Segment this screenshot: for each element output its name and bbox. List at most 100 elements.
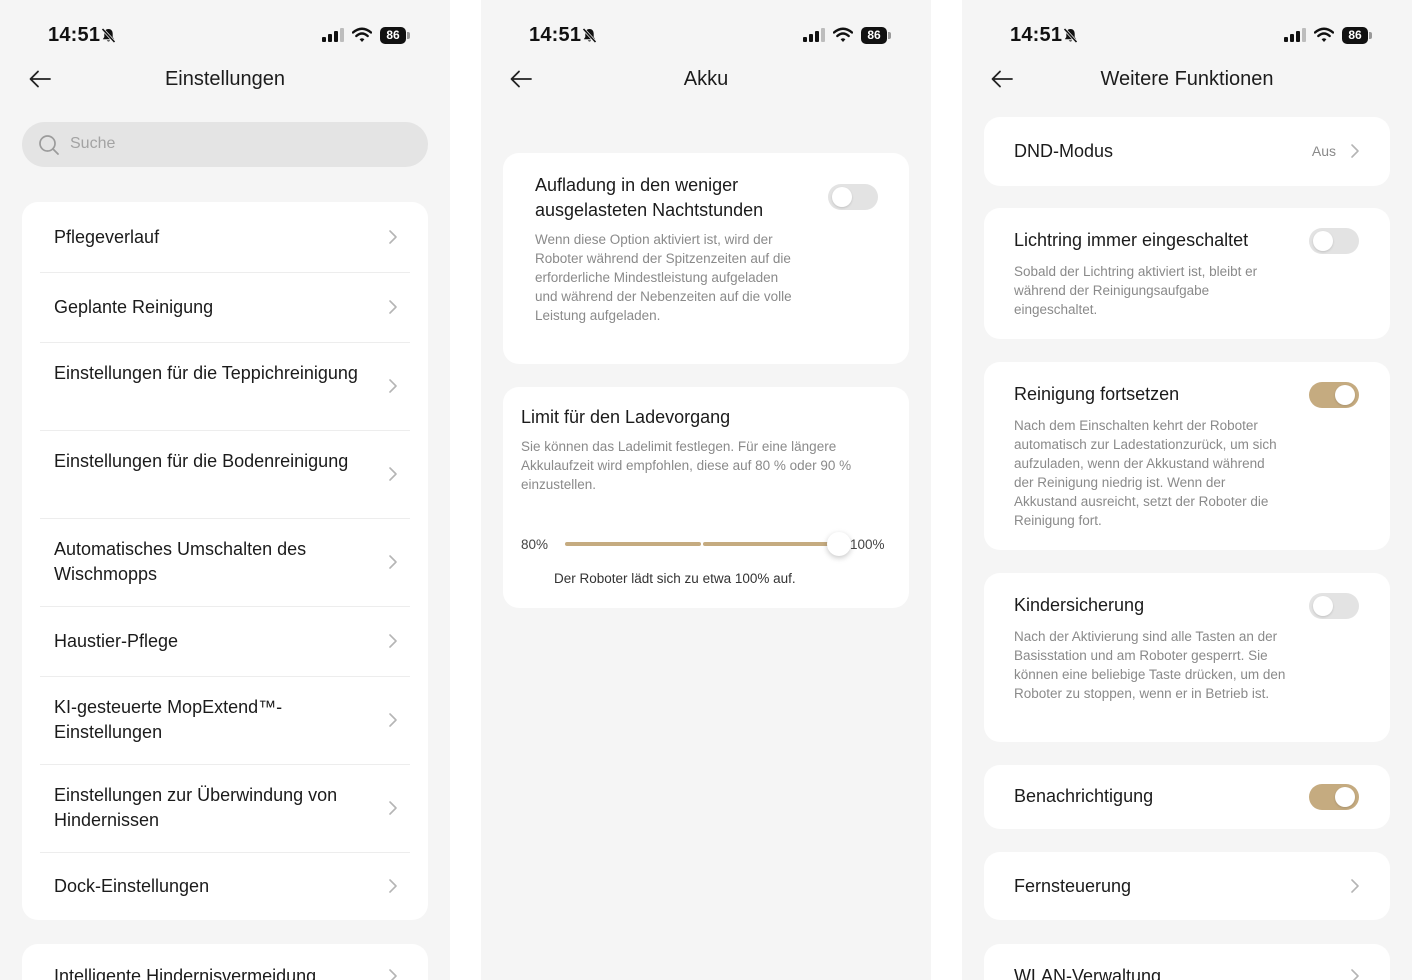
settings-item-label: Einstellungen für die Bodenreinigung [54,451,349,471]
child-lock-title: Kindersicherung [1014,595,1145,615]
offpeak-charging-title: Aufladung in den weniger ausgelasteten N… [535,175,764,220]
status-time: 14:51 [529,24,582,46]
notification-label: Benachrichtigung [1014,786,1154,806]
charge-limit-card: Limit für den Ladevorgang Sie können das… [503,387,909,608]
charge-limit-slider[interactable] [565,527,851,561]
status-time: 14:51 [1010,24,1063,46]
dnd-mode-row[interactable]: DND-Modus Aus [984,117,1390,186]
settings-item-mopextend[interactable]: KI-gesteuerte MopExtend™-Einstellungen [22,676,428,764]
chevron-right-icon [389,379,397,393]
offpeak-charging-description: Wenn diese Option aktiviert ist, wird de… [535,232,792,323]
slider-max-label: 100% [850,537,885,552]
settings-item-label: Intelligente Hindernisvermeidung [54,966,317,980]
notification-toggle[interactable] [1309,784,1359,810]
cellular-signal-icon [1284,28,1306,42]
cellular-signal-icon [803,28,825,42]
light-ring-title: Lichtring immer eingeschaltet [1014,230,1249,250]
battery-screen: 14:51 86 Akku Aufladung in den weniger a… [481,0,931,980]
remote-control-row[interactable]: Fernsteuerung [984,852,1390,920]
child-lock-card: Kindersicherung Nach der Aktivierung sin… [984,573,1390,742]
settings-item-label: Geplante Reinigung [54,297,214,317]
settings-item-label: Einstellungen zur Überwindung von Hinder… [54,785,338,830]
dnd-mode-label: DND-Modus [1014,141,1114,161]
chevron-right-icon [389,300,397,314]
settings-item-dock[interactable]: Dock-Einstellungen [22,852,428,920]
chevron-right-icon [389,230,397,244]
settings-item-hindernisvermeidung[interactable]: Intelligente Hindernisvermeidung [22,944,428,980]
charge-limit-description: Sie können das Ladelimit festlegen. Für … [521,439,852,492]
wifi-icon [352,27,372,42]
settings-screen: 14:51 86 Einstellungen Suche Pflegeverla… [0,0,450,980]
settings-item-pflegeverlauf[interactable]: Pflegeverlauf [22,202,428,272]
status-bar: 14:51 86 [0,22,450,50]
resume-cleaning-card: Reinigung fortsetzen Nach dem Einschalte… [984,362,1390,550]
page-title: Weitere Funktionen [1100,68,1274,90]
resume-cleaning-title: Reinigung fortsetzen [1014,384,1180,404]
wlan-management-row[interactable]: WLAN-Verwaltung [984,944,1390,980]
remote-control-label: Fernsteuerung [1014,876,1132,896]
nav-bar: Akku [481,60,931,100]
light-ring-toggle[interactable] [1309,228,1359,254]
dnd-mode-value: Aus [1311,143,1336,159]
battery-icon: 86 [380,27,410,44]
chevron-right-icon [1351,879,1359,893]
nav-bar: Weitere Funktionen [962,60,1412,100]
chevron-right-icon [389,634,397,648]
settings-item-label: Haustier-Pflege [54,631,179,651]
search-icon [39,135,59,155]
bell-muted-icon [1063,27,1078,44]
resume-cleaning-toggle[interactable] [1309,382,1359,408]
settings-item-label: Dock-Einstellungen [54,876,210,896]
battery-icon: 86 [1342,27,1372,44]
settings-item-geplante-reinigung[interactable]: Geplante Reinigung [22,272,428,342]
resume-cleaning-description: Nach dem Einschalten kehrt der Roboter a… [1014,418,1277,528]
offpeak-charging-toggle[interactable] [828,184,878,210]
chevron-right-icon [389,467,397,481]
battery-level: 86 [1342,27,1368,44]
slider-min-label: 80% [521,537,549,552]
settings-item-label: Automatisches Umschalten des Wischmopps [54,539,307,584]
search-input[interactable]: Suche [22,122,428,167]
status-bar: 14:51 86 [962,22,1412,50]
chevron-right-icon [389,555,397,569]
nav-bar: Einstellungen [0,60,450,100]
child-lock-toggle[interactable] [1309,593,1359,619]
chevron-right-icon [1351,144,1359,158]
search-placeholder: Suche [70,135,116,152]
more-functions-screen: 14:51 86 Weitere Funktionen DND-Modus Au… [962,0,1412,980]
slider-thumb[interactable] [827,532,851,556]
battery-icon: 86 [861,27,891,44]
wifi-icon [833,27,853,42]
settings-item-teppichreinigung[interactable]: Einstellungen für die Teppichreinigung [22,342,428,430]
charge-limit-note: Der Roboter lädt sich zu etwa 100% auf. [554,571,796,586]
page-title: Akku [683,68,729,90]
status-time: 14:51 [48,24,101,46]
charge-limit-title: Limit für den Ladevorgang [521,407,731,427]
settings-item-wischmopp-umschalten[interactable]: Automatisches Umschalten des Wischmopps [22,518,428,606]
chevron-right-icon [389,713,397,727]
chevron-right-icon [389,879,397,893]
slider-track-right [703,542,839,546]
bell-muted-icon [101,27,116,44]
settings-item-hindernisse[interactable]: Einstellungen zur Überwindung von Hinder… [22,764,428,852]
settings-item-haustier-pflege[interactable]: Haustier-Pflege [22,606,428,676]
wlan-management-label: WLAN-Verwaltung [1014,966,1162,980]
settings-item-label: Pflegeverlauf [54,227,160,247]
bell-muted-icon [582,27,597,44]
chevron-right-icon [389,801,397,815]
slider-track-left [565,542,701,546]
chevron-right-icon [1351,969,1359,980]
child-lock-description: Nach der Aktivierung sind alle Tasten an… [1014,629,1286,701]
light-ring-card: Lichtring immer eingeschaltet Sobald der… [984,208,1390,339]
settings-list: Pflegeverlauf Geplante Reinigung Einstel… [22,202,428,920]
settings-item-bodenreinigung[interactable]: Einstellungen für die Bodenreinigung [22,430,428,518]
settings-item-label: KI-gesteuerte MopExtend™-Einstellungen [54,697,283,742]
battery-level: 86 [380,27,406,44]
chevron-right-icon [389,969,397,980]
cellular-signal-icon [322,28,344,42]
wifi-icon [1314,27,1334,42]
notification-row: Benachrichtigung [984,765,1390,829]
settings-item-label: Einstellungen für die Teppichreinigung [54,363,358,383]
battery-level: 86 [861,27,887,44]
page-title: Einstellungen [164,68,286,90]
